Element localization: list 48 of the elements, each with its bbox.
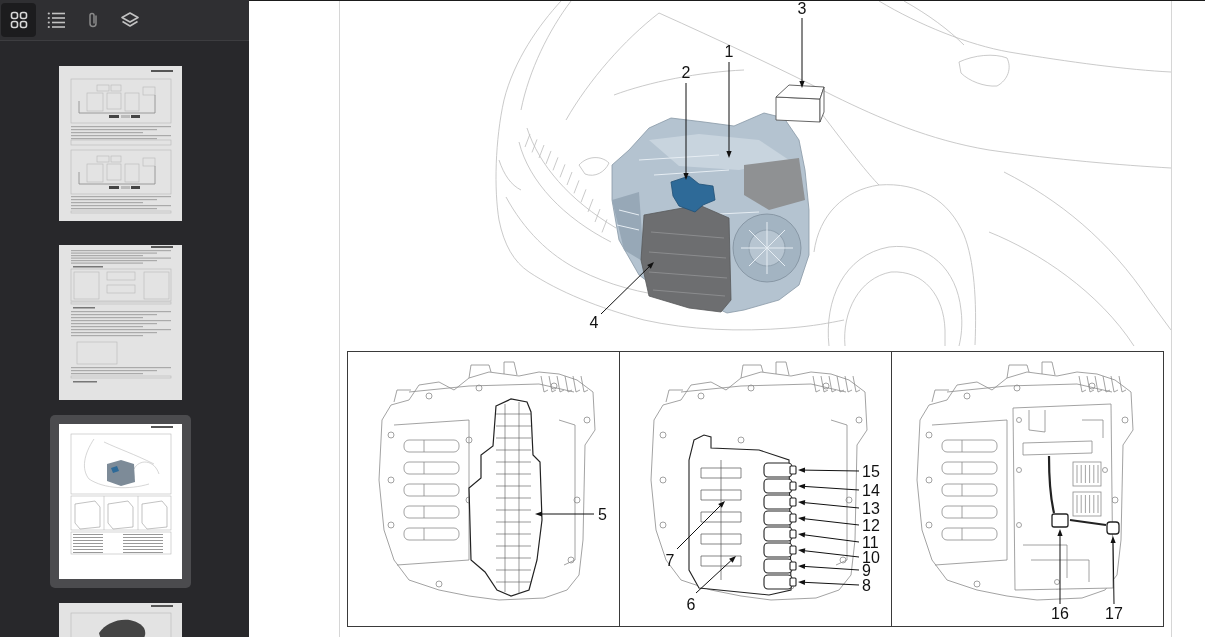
leader-arrow [1110, 536, 1116, 605]
leader-arrow [799, 17, 805, 88]
solenoid-valve [763, 558, 797, 574]
leader-arrow [798, 563, 860, 571]
callout-number: 16 [1051, 605, 1069, 622]
solenoid-valve [763, 478, 797, 494]
page-thumbnail[interactable] [59, 245, 182, 400]
solenoid-valve [763, 542, 797, 558]
leader-arrow [798, 516, 860, 526]
callout-number: 3 [797, 1, 807, 17]
leader-arrow [798, 579, 860, 586]
solenoid-valve [763, 462, 797, 478]
sensor [1051, 513, 1069, 528]
grid-icon [9, 11, 28, 29]
control-unit-box [775, 84, 825, 123]
callout-number: 7 [665, 552, 675, 569]
leader-arrow [798, 532, 860, 543]
leader-arrow [798, 483, 860, 491]
callout-number: 6 [686, 596, 696, 613]
sidebar-tab[interactable] [1, 3, 36, 37]
callout-number: 13 [862, 500, 880, 517]
callout-number: 14 [862, 482, 880, 499]
list-icon [46, 11, 65, 29]
callout-number: 11 [862, 534, 879, 551]
layers-icon [120, 11, 139, 29]
leader-arrow [798, 548, 860, 558]
solenoid-valve [763, 574, 797, 590]
page-thumbnail[interactable] [59, 66, 182, 221]
callout-number: 5 [598, 506, 607, 523]
leader-arrow [798, 500, 860, 509]
leader-arrow [535, 511, 595, 517]
callout-number: 4 [589, 314, 599, 331]
callout-number: 1 [724, 43, 734, 60]
callout-number: 15 [862, 463, 880, 480]
callout-number: 2 [681, 64, 691, 81]
leader-arrow [600, 262, 654, 315]
callout-number: 12 [862, 517, 880, 534]
solenoid-valve [763, 526, 797, 542]
control-module [670, 175, 716, 213]
callout-number: 17 [1105, 605, 1123, 622]
callout-number: 8 [862, 577, 871, 594]
page-thumbnail[interactable] [59, 424, 182, 579]
solenoid-valve [763, 494, 797, 510]
leader-arrow [676, 501, 725, 550]
connector [1106, 521, 1120, 535]
solenoid-valve [763, 510, 797, 526]
leader-arrow [695, 556, 736, 594]
leader-arrow [798, 467, 860, 473]
